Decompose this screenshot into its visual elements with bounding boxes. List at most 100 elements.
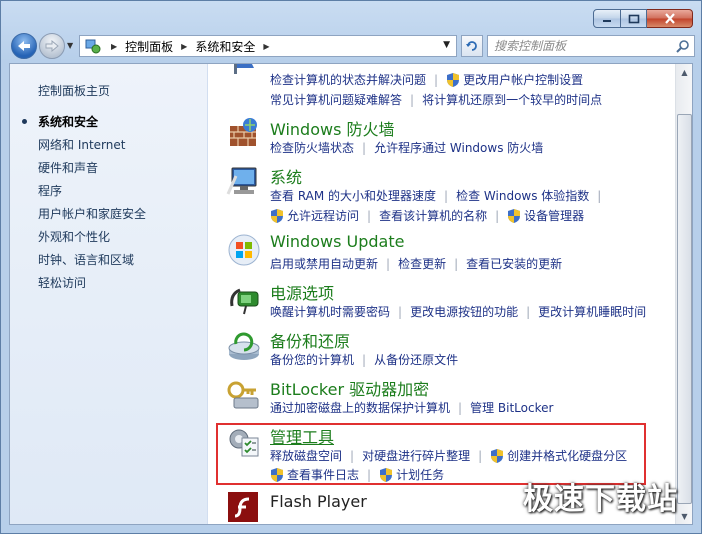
uac-shield-icon [491, 448, 504, 463]
link-separator: | [526, 304, 531, 319]
link-separator: | [362, 140, 367, 155]
admin-tools-links-row1: 释放磁盘空间 | 对硬盘进行碎片整理 | 创建并格式化硬盘分区 [270, 447, 627, 464]
close-icon [664, 13, 675, 24]
encrypt-disk-link[interactable]: 通过加密磁盘上的数据保护计算机 [270, 399, 450, 416]
restore-files-link[interactable]: 从备份还原文件 [374, 351, 458, 368]
sidebar-item-user-accounts[interactable]: 用户帐户和家庭安全 [38, 206, 146, 229]
system-title[interactable]: 系统 [270, 164, 302, 188]
caption-buttons [593, 9, 693, 28]
breadcrumb-system-security[interactable]: 系统和安全 [195, 38, 255, 55]
flash-player-title[interactable]: Flash Player [270, 492, 367, 511]
windows-update-links: 启用或禁用自动更新 | 检查更新 | 查看已安装的更新 [270, 255, 562, 272]
refresh-icon [466, 41, 477, 51]
auto-update-link[interactable]: 启用或禁用自动更新 [270, 255, 378, 272]
defragment-link[interactable]: 对硬盘进行碎片整理 [362, 447, 470, 464]
link-separator: | [495, 208, 500, 223]
uac-shield-icon [447, 72, 460, 87]
experience-index-link[interactable]: 检查 Windows 体验指数 [456, 187, 589, 204]
sleep-time-link[interactable]: 更改计算机睡眠时间 [538, 303, 646, 320]
view-ram-link[interactable]: 查看 RAM 的大小和处理器速度 [270, 187, 436, 204]
link-separator: | [350, 448, 355, 463]
sidebar-item-network[interactable]: 网络和 Internet [38, 137, 146, 160]
link-separator: | [478, 448, 483, 463]
sidebar-item-system-security[interactable]: 系统和安全 [21, 114, 146, 137]
power-options-title[interactable]: 电源选项 [270, 280, 334, 304]
search-box[interactable] [487, 35, 695, 57]
create-partition-link[interactable]: 创建并格式化硬盘分区 [507, 447, 627, 464]
backup-restore-title[interactable]: 备份和还原 [270, 328, 350, 352]
search-input[interactable] [494, 39, 674, 53]
arrow-left-icon [18, 41, 30, 51]
minimize-icon [603, 19, 611, 22]
sidebar-item-appearance[interactable]: 外观和个性化 [38, 229, 146, 252]
admin-tools-icon [229, 429, 259, 457]
refresh-button[interactable] [461, 35, 483, 57]
power-options-links: 唤醒计算机时需要密码 | 更改电源按钮的功能 | 更改计算机睡眠时间 [270, 303, 646, 320]
uac-settings-link[interactable]: 更改用户帐户控制设置 [463, 71, 583, 88]
breadcrumb-separator[interactable]: ▶ [111, 42, 117, 51]
task-scheduler-link[interactable]: 计划任务 [396, 466, 444, 483]
address-dropdown-icon[interactable]: ▼ [443, 40, 450, 50]
bitlocker-links: 通过加密磁盘上的数据保护计算机 | 管理 BitLocker [270, 399, 553, 416]
address-bar[interactable]: ▶ 控制面板 ▶ 系统和安全 ▶ ▼ [79, 35, 457, 57]
forward-button[interactable] [39, 33, 65, 59]
maximize-icon [628, 14, 639, 23]
sidebar-item-programs[interactable]: 程序 [38, 183, 146, 206]
firewall-links: 检查防火墙状态 | 允许程序通过 Windows 防火墙 [270, 139, 543, 156]
breadcrumb-separator[interactable]: ▶ [263, 42, 269, 51]
sidebar-item-hardware-sound[interactable]: 硬件和声音 [38, 160, 146, 183]
firewall-allow-program-link[interactable]: 允许程序通过 Windows 防火墙 [374, 139, 543, 156]
watermark-text: 极速下载站 [523, 482, 678, 517]
windows-update-icon [228, 234, 260, 266]
scroll-thumb[interactable] [677, 114, 692, 504]
troubleshoot-link[interactable]: 常见计算机问题疑难解答 [270, 91, 402, 108]
scroll-down-button[interactable]: ▼ [677, 508, 692, 524]
device-manager-link[interactable]: 设备管理器 [524, 207, 584, 224]
maximize-button[interactable] [621, 9, 647, 28]
remote-access-link[interactable]: 允许远程访问 [287, 207, 359, 224]
firewall-status-link[interactable]: 检查防火墙状态 [270, 139, 354, 156]
main-panel: 检查计算机的状态并解决问题 | 更改用户帐户控制设置 常见计算机问题疑难解答 |… [208, 64, 674, 524]
close-button[interactable] [647, 9, 693, 28]
computer-name-link[interactable]: 查看该计算机的名称 [379, 207, 487, 224]
link-separator: | [410, 92, 415, 107]
sidebar-item-ease-of-access[interactable]: 轻松访问 [38, 275, 146, 298]
uac-shield-icon [271, 208, 283, 223]
event-log-link[interactable]: 查看事件日志 [287, 466, 359, 483]
restore-link[interactable]: 将计算机还原到一个较早的时间点 [422, 91, 602, 108]
recent-pages-dropdown[interactable]: ▼ [67, 41, 73, 50]
firewall-title[interactable]: Windows 防火墙 [270, 116, 395, 140]
sidebar-item-clock-region[interactable]: 时钟、语言和区域 [38, 252, 146, 275]
power-button-link[interactable]: 更改电源按钮的功能 [410, 303, 518, 320]
breadcrumb-separator[interactable]: ▶ [181, 42, 187, 51]
bitlocker-title[interactable]: BitLocker 驱动器加密 [270, 376, 429, 400]
admin-tools-title[interactable]: 管理工具 [270, 424, 334, 448]
search-icon[interactable] [676, 39, 690, 56]
back-button[interactable] [11, 33, 37, 59]
link-separator: | [367, 467, 372, 482]
backup-computer-link[interactable]: 备份您的计算机 [270, 351, 354, 368]
backup-restore-links: 备份您的计算机 | 从备份还原文件 [270, 351, 458, 368]
disk-cleanup-link[interactable]: 释放磁盘空间 [270, 447, 342, 464]
system-links-row2: 允许远程访问 | 查看该计算机的名称 | 设备管理器 [270, 207, 584, 224]
wake-password-link[interactable]: 唤醒计算机时需要密码 [270, 303, 390, 320]
check-status-link[interactable]: 检查计算机的状态并解决问题 [270, 71, 426, 88]
windows-update-title[interactable]: Windows Update [270, 232, 404, 251]
content-area: 控制面板主页 系统和安全 网络和 Internet 硬件和声音 程序 用户帐户和… [9, 63, 693, 525]
uac-shield-icon [380, 467, 393, 482]
bitlocker-key-icon [227, 381, 259, 409]
control-panel-window: ▼ ▶ 控制面板 ▶ 系统和安全 ▶ ▼ 控制面板主页 系统和安全 [0, 0, 702, 534]
installed-updates-link[interactable]: 查看已安装的更新 [466, 255, 562, 272]
manage-bitlocker-link[interactable]: 管理 BitLocker [470, 399, 553, 416]
breadcrumb-control-panel[interactable]: 控制面板 [125, 38, 173, 55]
link-separator: | [386, 256, 391, 271]
link-separator: | [597, 188, 602, 203]
check-updates-link[interactable]: 检查更新 [398, 255, 446, 272]
sidebar-home-link[interactable]: 控制面板主页 [38, 82, 110, 99]
scroll-up-button[interactable]: ▲ [677, 64, 692, 80]
link-separator: | [444, 188, 449, 203]
arrow-right-icon [45, 40, 59, 52]
flag-icon [234, 64, 254, 74]
vertical-scrollbar[interactable]: ▲ ▼ [675, 64, 692, 524]
minimize-button[interactable] [593, 9, 621, 28]
